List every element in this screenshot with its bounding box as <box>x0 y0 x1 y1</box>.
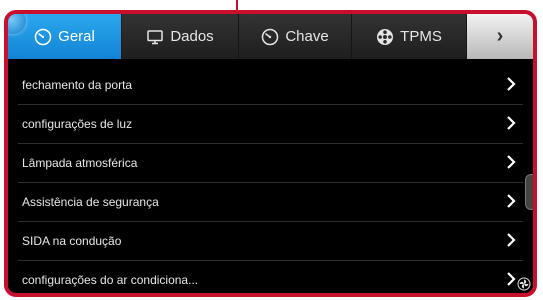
menu-item-ac-settings[interactable]: configurações do ar condiciona... <box>18 261 523 293</box>
menu-item-safety-assist[interactable]: Assistência de segurança <box>18 183 523 222</box>
tab-dados-label: Dados <box>170 28 214 45</box>
tab-tpms-label: TPMS <box>400 28 442 45</box>
fan-icon[interactable] <box>517 277 531 291</box>
menu-item-light-settings[interactable]: configurações de luz <box>18 105 523 144</box>
menu-item-label: SIDA na condução <box>22 234 122 248</box>
settings-screen: Geral Dados Chave TPMS › fechamento da p… <box>4 10 537 297</box>
chevron-right-icon <box>507 194 516 208</box>
menu-item-door-locking[interactable]: fechamento da porta <box>18 66 523 105</box>
tab-bar: Geral Dados Chave TPMS › <box>8 14 533 59</box>
chevron-right-icon <box>507 77 516 91</box>
dashboard-gauge-icon <box>34 28 52 46</box>
next-tabs-button[interactable]: › <box>467 14 533 59</box>
menu-item-label: configurações do ar condiciona... <box>22 273 199 287</box>
menu-item-label: configurações de luz <box>22 117 133 131</box>
menu-item-label: Assistência de segurança <box>22 195 159 209</box>
chevron-right-icon <box>507 272 516 286</box>
tire-icon <box>376 28 394 46</box>
menu-item-driving-aids[interactable]: SIDA na condução <box>18 222 523 261</box>
side-drawer-handle[interactable] <box>525 174 533 210</box>
tab-geral-label: Geral <box>58 28 95 45</box>
chevron-right-icon <box>507 116 516 130</box>
monitor-icon <box>146 28 164 46</box>
tab-dados[interactable]: Dados <box>122 14 239 59</box>
settings-menu-list: fechamento da porta configurações de luz… <box>8 59 533 293</box>
chevron-right-icon <box>507 233 516 247</box>
menu-item-label: Lâmpada atmosférica <box>22 156 138 170</box>
chevron-right-icon <box>507 155 516 169</box>
menu-item-ambient-lamp[interactable]: Lâmpada atmosférica <box>18 144 523 183</box>
key-gauge-icon <box>261 28 279 46</box>
tab-tpms[interactable]: TPMS <box>352 14 467 59</box>
tab-chave-label: Chave <box>285 28 329 45</box>
chevron-right-icon: › <box>496 25 504 47</box>
tab-chave[interactable]: Chave <box>239 14 352 59</box>
menu-item-label: fechamento da porta <box>22 78 133 92</box>
